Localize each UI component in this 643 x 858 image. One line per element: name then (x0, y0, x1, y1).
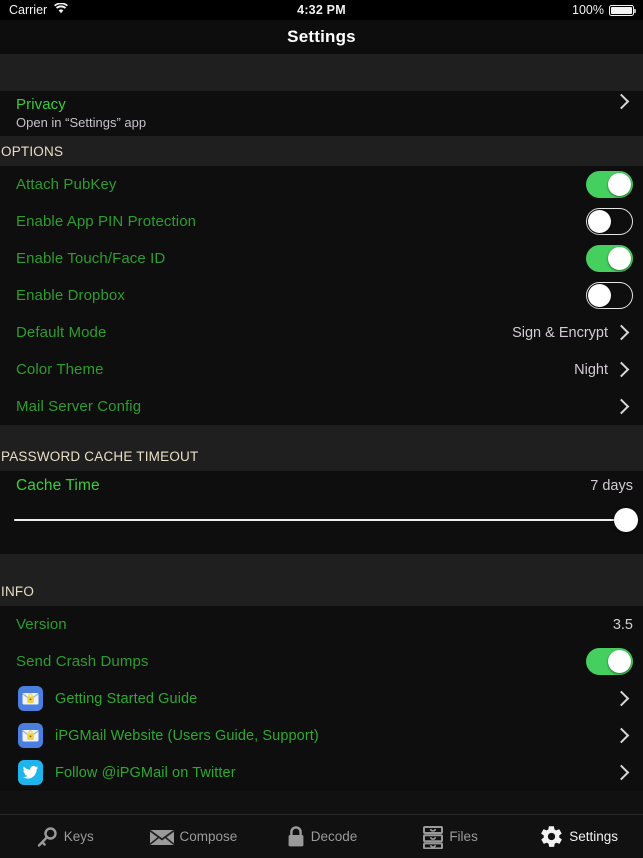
page-title: Settings (287, 27, 356, 46)
section-header-password-cache-timeout: PASSWORD CACHE TIMEOUT (0, 441, 643, 471)
default-mode-label: Default Mode (16, 324, 107, 341)
row-mail-server-config[interactable]: Mail Server Config (0, 388, 643, 425)
enable-touch-face-id-toggle[interactable] (586, 245, 633, 272)
attach-pubkey-toggle[interactable] (586, 171, 633, 198)
clock: 4:32 PM (297, 3, 346, 17)
slider-track[interactable] (14, 508, 638, 532)
battery-percent-label: 100% (572, 3, 604, 17)
tab-bar[interactable]: Keys Compose Decode Files Settings (0, 814, 643, 858)
row-enable-app-pin-protection[interactable]: Enable App PIN Protection (0, 203, 643, 240)
tab-decode-label: Decode (310, 829, 358, 844)
color-theme-value: Night (574, 361, 608, 378)
section-header-options: OPTIONS (0, 136, 643, 166)
status-bar-left: Carrier (9, 2, 69, 17)
section-header-info: INFO (0, 576, 643, 606)
cache-group-spacer (0, 540, 643, 554)
tab-settings[interactable]: Settings (514, 824, 643, 849)
gear-icon (539, 824, 564, 849)
row-privacy[interactable]: Privacy Open in “Settings” app (0, 91, 643, 136)
row-enable-touch-face-id[interactable]: Enable Touch/Face ID (0, 240, 643, 277)
privacy-group: Privacy Open in “Settings” app (0, 91, 643, 136)
tab-files-label: Files (449, 829, 478, 844)
section-spacer (0, 425, 643, 441)
row-getting-started-guide[interactable]: Getting Started Guide (0, 680, 643, 717)
section-header-options-label: OPTIONS (1, 143, 64, 159)
row-enable-dropbox[interactable]: Enable Dropbox (0, 277, 643, 314)
chevron-right-icon (613, 93, 630, 110)
twitter-icon (18, 760, 43, 785)
getting-started-guide-label: Getting Started Guide (55, 690, 198, 707)
battery-icon (609, 4, 636, 16)
send-crash-dumps-label: Send Crash Dumps (16, 653, 149, 670)
cache-time-value: 7 days (590, 477, 633, 494)
navigation-bar: Settings (0, 20, 643, 54)
privacy-subtitle: Open in “Settings” app (16, 115, 147, 130)
enable-touch-face-id-label: Enable Touch/Face ID (16, 250, 166, 267)
row-color-theme[interactable]: Color Theme Night (0, 351, 643, 388)
enable-dropbox-label: Enable Dropbox (16, 287, 125, 304)
row-version: Version 3.5 (0, 606, 643, 643)
lock-icon (286, 825, 306, 849)
tab-compose-label: Compose (179, 829, 238, 844)
row-follow-on-twitter[interactable]: Follow @iPGMail on Twitter (0, 754, 643, 791)
chevron-right-icon (613, 727, 630, 744)
tab-files[interactable]: Files (386, 825, 515, 849)
enable-app-pin-protection-label: Enable App PIN Protection (16, 213, 197, 230)
enable-app-pin-protection-toggle[interactable] (586, 208, 633, 235)
tab-decode[interactable]: Decode (257, 825, 386, 849)
row-default-mode[interactable]: Default Mode Sign & Encrypt (0, 314, 643, 351)
send-crash-dumps-toggle[interactable] (586, 648, 633, 675)
default-mode-value: Sign & Encrypt (512, 324, 608, 341)
ipgmail-website-label: iPGMail Website (Users Guide, Support) (55, 727, 319, 744)
cache-time-label: Cache Time (16, 476, 100, 494)
tab-keys[interactable]: Keys (0, 825, 129, 849)
chevron-right-icon (613, 361, 630, 378)
settings-screen: Carrier 4:32 PM 100% Settings Privacy Op… (0, 0, 643, 858)
chevron-right-icon (613, 764, 630, 781)
info-group: Version 3.5 Send Crash Dumps Getting Sta… (0, 606, 643, 791)
ipgmail-app-icon (18, 686, 43, 711)
version-value: 3.5 (612, 616, 633, 633)
status-bar-right: 100% (572, 3, 636, 17)
cache-group: Cache Time 7 days (0, 471, 643, 554)
wifi-icon (54, 2, 69, 17)
attach-pubkey-label: Attach PubKey (16, 176, 117, 193)
chevron-right-icon (613, 324, 630, 341)
chevron-right-icon (613, 690, 630, 707)
status-bar: Carrier 4:32 PM 100% (0, 0, 643, 20)
tab-settings-label: Settings (569, 829, 619, 844)
row-cache-time: Cache Time 7 days (0, 471, 643, 500)
mail-server-config-label: Mail Server Config (16, 398, 142, 415)
slider-thumb[interactable] (614, 508, 638, 532)
carrier-label: Carrier (9, 3, 48, 17)
tab-keys-label: Keys (63, 829, 94, 844)
envelope-icon (148, 827, 175, 847)
color-theme-label: Color Theme (16, 361, 104, 378)
follow-on-twitter-label: Follow @iPGMail on Twitter (55, 764, 236, 781)
version-label: Version (16, 616, 67, 633)
enable-dropbox-toggle[interactable] (586, 282, 633, 309)
key-icon (35, 825, 59, 849)
ipgmail-app-icon (18, 723, 43, 748)
files-icon (422, 825, 444, 849)
privacy-label: Privacy (16, 96, 66, 113)
cache-time-slider[interactable] (0, 500, 643, 540)
tab-compose[interactable]: Compose (129, 827, 258, 847)
section-spacer (0, 554, 643, 576)
chevron-right-icon (613, 398, 630, 415)
row-send-crash-dumps[interactable]: Send Crash Dumps (0, 643, 643, 680)
settings-list[interactable]: Privacy Open in “Settings” app OPTIONS A… (0, 54, 643, 814)
list-top-spacer (0, 54, 643, 91)
section-header-password-cache-timeout-label: PASSWORD CACHE TIMEOUT (1, 448, 199, 464)
row-ipgmail-website[interactable]: iPGMail Website (Users Guide, Support) (0, 717, 643, 754)
section-header-info-label: INFO (1, 583, 35, 599)
row-attach-pubkey[interactable]: Attach PubKey (0, 166, 643, 203)
options-group: Attach PubKey Enable App PIN Protection … (0, 166, 643, 425)
